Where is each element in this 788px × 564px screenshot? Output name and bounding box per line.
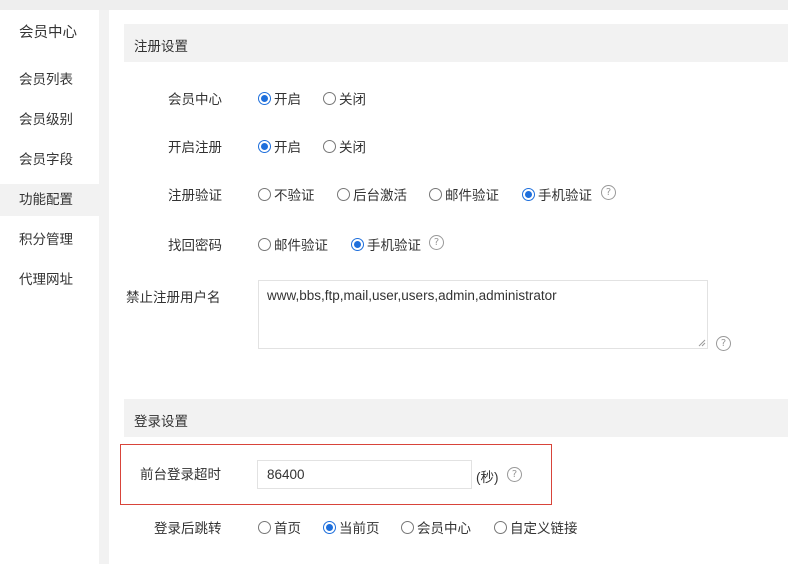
register-section-header: 注册设置 [124, 24, 788, 62]
question-circle-icon[interactable]: ? [716, 336, 731, 351]
option-label: 手机验证 [367, 238, 421, 253]
radio-unchecked-icon [337, 187, 350, 201]
verify-admin-activate-radio[interactable]: 后台激活 [337, 184, 407, 204]
option-label: 邮件验证 [445, 188, 499, 203]
option-label: 当前页 [339, 521, 380, 536]
open-register-off-radio[interactable]: 关闭 [323, 136, 366, 156]
verify-email-radio[interactable]: 邮件验证 [429, 184, 499, 204]
sidebar-item-proxy-url[interactable]: 代理网址 [0, 264, 99, 296]
verify-none-radio[interactable]: 不验证 [258, 184, 315, 204]
sidebar-item-function-config[interactable]: 功能配置 [0, 184, 99, 216]
radio-checked-icon [258, 91, 271, 105]
option-label: 不验证 [274, 188, 315, 203]
radio-checked-icon [258, 139, 271, 153]
recover-email-radio[interactable]: 邮件验证 [258, 234, 328, 254]
login-timeout-input[interactable] [257, 460, 472, 489]
resize-grip-icon[interactable] [698, 339, 706, 347]
radio-checked-icon [323, 520, 336, 534]
radio-unchecked-icon [323, 91, 336, 105]
content-gutter [99, 10, 109, 564]
open-register-label: 开启注册 [168, 140, 222, 155]
verify-phone-radio[interactable]: 手机验证 [522, 184, 592, 204]
banned-usernames-textarea[interactable]: www,bbs,ftp,mail,user,users,admin,admini… [258, 280, 708, 349]
radio-checked-icon [351, 237, 364, 251]
option-label: 关闭 [339, 92, 366, 107]
redirect-current-radio[interactable]: 当前页 [323, 517, 380, 537]
sidebar-item-points[interactable]: 积分管理 [0, 224, 99, 256]
radio-unchecked-icon [258, 187, 271, 201]
register-verify-label: 注册验证 [168, 188, 222, 203]
register-section-title: 注册设置 [134, 39, 188, 54]
sidebar: 会员中心 会员列表 会员级别 会员字段 功能配置 积分管理 代理网址 [0, 10, 99, 564]
option-label: 手机验证 [538, 188, 592, 203]
question-circle-icon[interactable]: ? [507, 467, 522, 482]
option-label: 首页 [274, 521, 301, 536]
login-timeout-label: 前台登录超时 [140, 467, 221, 482]
redirect-member-center-radio[interactable]: 会员中心 [401, 517, 471, 537]
banned-usernames-label: 禁止注册用户名 [126, 290, 221, 305]
recover-password-label: 找回密码 [168, 238, 222, 253]
redirect-home-radio[interactable]: 首页 [258, 517, 301, 537]
sidebar-title: 会员中心 [19, 25, 77, 41]
open-register-on-radio[interactable]: 开启 [258, 136, 301, 156]
login-section-title: 登录设置 [134, 414, 188, 429]
member-center-label: 会员中心 [168, 92, 222, 107]
question-circle-icon[interactable]: ? [429, 235, 444, 250]
sidebar-item-member-fields[interactable]: 会员字段 [0, 144, 99, 176]
question-circle-icon[interactable]: ? [601, 185, 616, 200]
radio-unchecked-icon [258, 237, 271, 251]
option-label: 关闭 [339, 140, 366, 155]
radio-unchecked-icon [323, 139, 336, 153]
recover-phone-radio[interactable]: 手机验证 [351, 234, 421, 254]
member-center-on-radio[interactable]: 开启 [258, 88, 301, 108]
option-label: 开启 [274, 92, 301, 107]
option-label: 自定义链接 [510, 521, 578, 536]
sidebar-item-member-level[interactable]: 会员级别 [0, 104, 99, 136]
option-label: 邮件验证 [274, 238, 328, 253]
login-redirect-label: 登录后跳转 [154, 521, 222, 536]
option-label: 会员中心 [417, 521, 471, 536]
radio-checked-icon [522, 187, 535, 201]
login-section-header: 登录设置 [124, 399, 788, 437]
radio-unchecked-icon [494, 520, 507, 534]
option-label: 后台激活 [353, 188, 407, 203]
radio-unchecked-icon [429, 187, 442, 201]
member-center-off-radio[interactable]: 关闭 [323, 88, 366, 108]
sidebar-item-member-list[interactable]: 会员列表 [0, 64, 99, 96]
top-bar [0, 0, 788, 10]
timeout-unit: (秒) [476, 470, 499, 485]
option-label: 开启 [274, 140, 301, 155]
redirect-custom-link-radio[interactable]: 自定义链接 [494, 517, 578, 537]
radio-unchecked-icon [258, 520, 271, 534]
radio-unchecked-icon [401, 520, 414, 534]
